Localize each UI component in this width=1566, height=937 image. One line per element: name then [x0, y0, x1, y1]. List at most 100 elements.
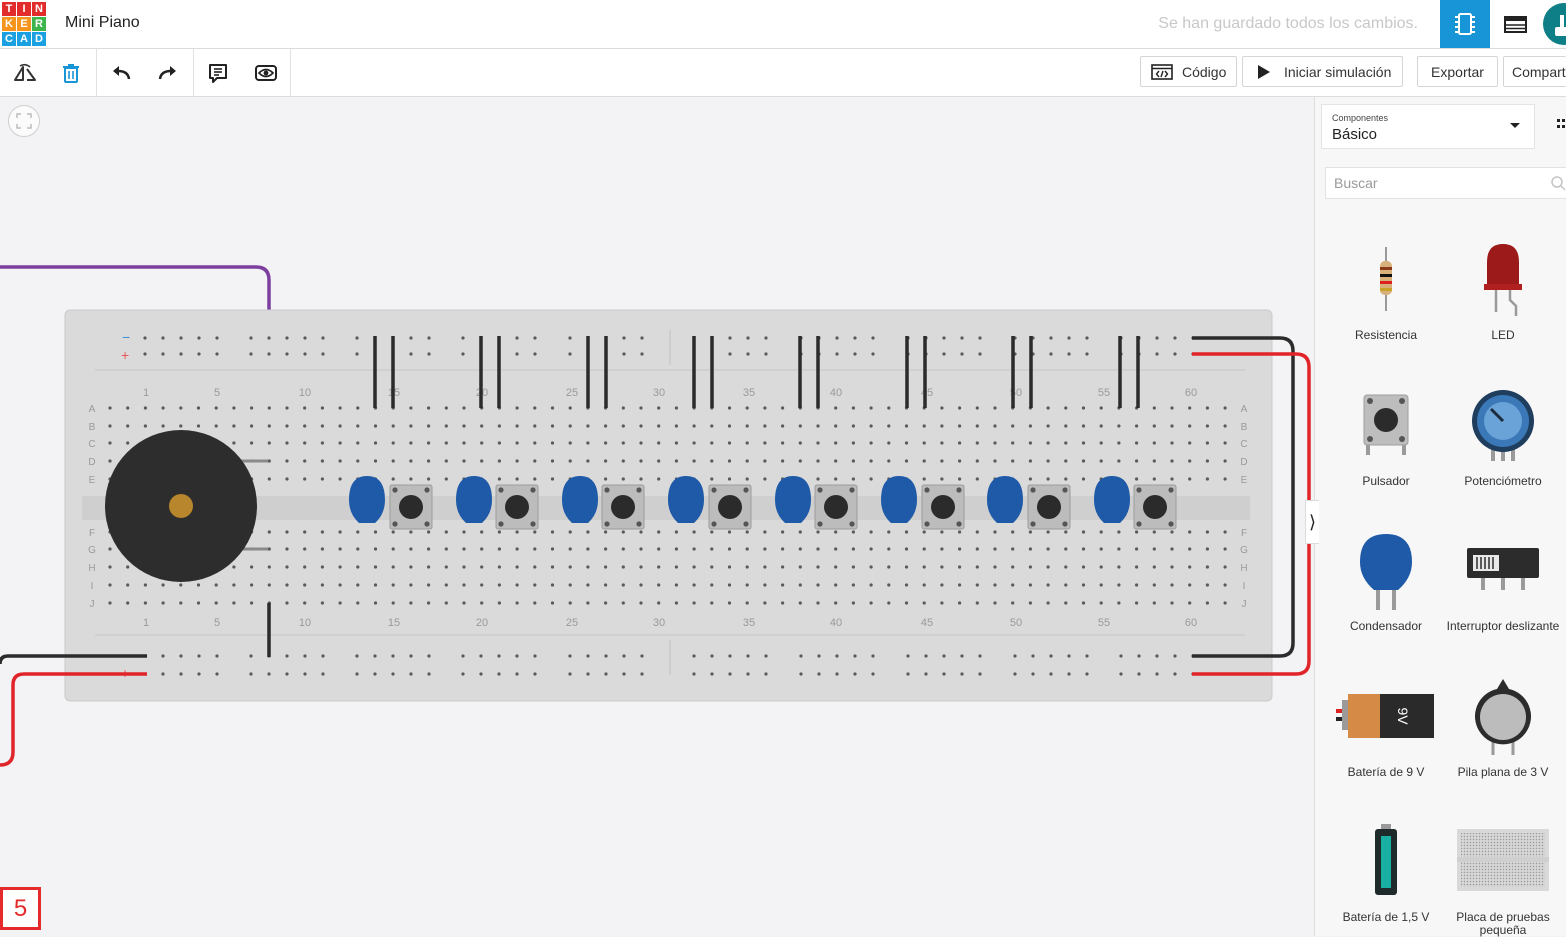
fit-view-button[interactable]	[8, 105, 40, 137]
row-label: J	[90, 599, 95, 610]
share-button[interactable]: Compart	[1503, 56, 1566, 87]
category-select[interactable]: Componentes Básico	[1321, 104, 1535, 149]
search-icon	[1551, 176, 1566, 191]
delete-button[interactable]	[48, 49, 94, 96]
undo-icon	[113, 65, 131, 79]
column-label: 10	[299, 387, 311, 399]
component-coin-cell[interactable]: Pila plana de 3 V	[1445, 675, 1561, 785]
capacitor[interactable]	[775, 476, 811, 523]
project-title[interactable]: Mini Piano	[65, 14, 140, 32]
battery-aa-icon	[1375, 824, 1397, 895]
save-status: Se han guardado todos los cambios.	[1158, 15, 1418, 32]
component-label: Pila plana de 3 V	[1457, 765, 1549, 779]
pushbutton[interactable]	[1027, 484, 1071, 530]
component-label: Potenciómetro	[1464, 474, 1542, 488]
battery-9v-text: 9V	[1395, 707, 1411, 725]
list-icon	[1504, 16, 1527, 33]
battery-9v-icon: 9V	[1336, 694, 1434, 738]
column-label: 55	[1098, 617, 1110, 629]
component-label: Pulsador	[1362, 474, 1410, 488]
undo-button[interactable]	[98, 49, 144, 96]
small-breadboard-icon	[1457, 829, 1549, 891]
column-label: 35	[743, 617, 755, 629]
component-small-breadboard[interactable]: Placa de pruebas pequeña	[1445, 820, 1561, 937]
rotate-icon	[14, 63, 36, 81]
start-simulation-button[interactable]: Iniciar simulación	[1242, 56, 1403, 87]
component-potentiometer[interactable]: Potenciómetro	[1445, 383, 1561, 493]
pushbutton[interactable]	[814, 484, 858, 530]
component-battery-9v[interactable]: 9V Batería de 9 V	[1328, 675, 1444, 785]
component-label: Batería de 9 V	[1347, 765, 1425, 779]
eye-icon	[255, 64, 277, 81]
category-value: Básico	[1332, 126, 1378, 143]
logo-letter: C	[2, 32, 16, 46]
row-label: I	[1243, 581, 1246, 592]
slide-switch-icon	[1467, 548, 1539, 590]
tinkercad-logo[interactable]: T I N K E R C A D	[2, 2, 46, 46]
logo-letter: I	[17, 2, 31, 16]
capacitor[interactable]	[881, 476, 917, 523]
capacitor[interactable]	[668, 476, 704, 523]
search-input[interactable]	[1325, 167, 1566, 199]
panel-toggle-button[interactable]: ⟩	[1305, 500, 1319, 544]
column-label: 1	[143, 617, 149, 629]
component-slide-switch[interactable]: Interruptor deslizante	[1445, 528, 1561, 648]
visibility-button[interactable]	[243, 49, 289, 96]
column-label: 30	[653, 387, 665, 399]
code-icon	[1151, 63, 1173, 80]
pushbutton[interactable]	[389, 484, 433, 530]
row-label: F	[89, 528, 95, 539]
component-resistor[interactable]: Resistencia	[1328, 237, 1444, 347]
capacitor[interactable]	[456, 476, 492, 523]
pushbutton-icon	[1363, 394, 1409, 455]
logo-letter: A	[17, 32, 31, 46]
rotate-button[interactable]	[2, 49, 48, 96]
component-label: LED	[1491, 328, 1515, 342]
pushbutton[interactable]	[1133, 484, 1177, 530]
circuit-view-button[interactable]	[1440, 0, 1490, 48]
notes-icon	[209, 63, 227, 83]
play-icon	[1258, 64, 1270, 79]
row-label: C	[88, 439, 95, 450]
row-label: E	[1241, 475, 1248, 486]
circuit-canvas[interactable]: − + + 151015202530354045505560 151015202…	[0, 97, 1314, 936]
code-button[interactable]: Código	[1140, 56, 1237, 87]
redo-button[interactable]	[145, 49, 191, 96]
row-label: A	[89, 404, 96, 415]
capacitor[interactable]	[987, 476, 1023, 523]
pushbutton[interactable]	[708, 484, 752, 530]
user-avatar[interactable]	[1543, 3, 1566, 45]
component-capacitor[interactable]: Condensador	[1328, 528, 1444, 648]
component-label: Batería de 1,5 V	[1342, 910, 1430, 924]
export-button[interactable]: Exportar	[1417, 56, 1498, 87]
toolbar: Código Iniciar simulación Exportar Compa…	[0, 49, 1566, 97]
component-list-button[interactable]	[1490, 0, 1540, 48]
row-label: H	[1240, 563, 1247, 574]
toolbar-divider	[193, 49, 194, 96]
logo-letter: K	[2, 17, 16, 31]
grid-view-icon[interactable]	[1555, 117, 1566, 131]
row-label: G	[1240, 545, 1248, 556]
redo-icon	[158, 65, 176, 79]
column-label: 5	[214, 617, 220, 629]
toolbar-divider	[290, 49, 291, 96]
column-label: 45	[921, 387, 933, 399]
capacitor[interactable]	[562, 476, 598, 523]
row-label: H	[88, 563, 95, 574]
component-led[interactable]: LED	[1445, 237, 1561, 347]
rail-plus-label: +	[121, 347, 129, 363]
component-label: Interruptor deslizante	[1446, 619, 1560, 633]
component-battery-aa[interactable]: Batería de 1,5 V	[1328, 820, 1444, 936]
logo-letter: E	[17, 17, 31, 31]
pushbutton[interactable]	[495, 484, 539, 530]
capacitor[interactable]	[1094, 476, 1130, 523]
notes-button[interactable]	[195, 49, 241, 96]
led-icon	[1484, 244, 1522, 316]
component-pushbutton[interactable]: Pulsador	[1328, 383, 1444, 493]
fit-view-icon	[16, 113, 32, 129]
row-label: J	[1242, 599, 1247, 610]
column-label: 60	[1185, 617, 1197, 629]
pushbutton[interactable]	[601, 484, 645, 530]
pushbutton[interactable]	[921, 484, 965, 530]
capacitor[interactable]	[349, 476, 385, 523]
